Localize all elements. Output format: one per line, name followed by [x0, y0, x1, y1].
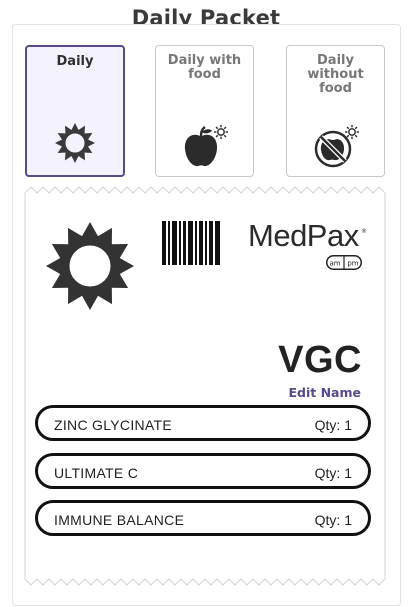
sun-icon [27, 121, 123, 169]
am-pm-badge: am pm [326, 255, 362, 274]
item-qty: Qty: 1 [314, 465, 352, 481]
item-name: ZINC GLYCINATE [54, 417, 173, 433]
option-daily[interactable]: Daily [25, 45, 125, 177]
edit-name-link[interactable]: Edit Name [289, 385, 362, 400]
option-daily-without-food[interactable]: Daily without food [286, 45, 385, 177]
option-with-food-label: Daily with food [167, 53, 242, 82]
item-qty: Qty: 1 [314, 512, 352, 528]
apple-sun-icon [156, 122, 253, 170]
packet-item[interactable]: ZINC GLYCINATE Qty: 1 [35, 405, 371, 441]
registered-mark: ® [361, 228, 367, 235]
item-name: ULTIMATE C [54, 465, 139, 481]
packet-item[interactable]: ULTIMATE C Qty: 1 [35, 453, 371, 489]
badge-pm: pm [347, 260, 358, 268]
option-daily-label: Daily [56, 54, 94, 69]
badge-am: am [329, 260, 340, 268]
no-food-sun-icon [287, 122, 384, 170]
option-daily-with-food[interactable]: Daily with food [155, 45, 254, 177]
packet-sun-icon [44, 220, 136, 316]
option-without-food-label: Daily without food [307, 53, 364, 96]
packet-item[interactable]: IMMUNE BALANCE Qty: 1 [35, 500, 371, 536]
item-qty: Qty: 1 [314, 417, 352, 433]
brand-logo: MedPax [248, 218, 359, 253]
item-name: IMMUNE BALANCE [54, 512, 185, 528]
barcode [162, 221, 220, 269]
packet-name: VGC [278, 339, 362, 381]
